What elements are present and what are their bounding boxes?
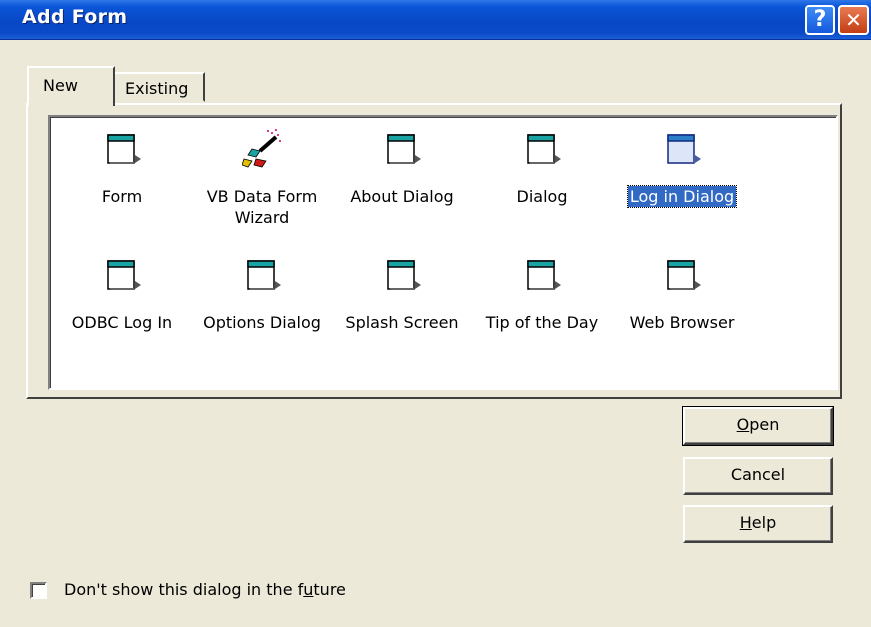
cancel-button[interactable]: Cancel xyxy=(683,457,833,495)
list-item-splash-screen[interactable]: Splash Screen xyxy=(332,255,472,333)
form-icon xyxy=(107,134,141,164)
form-icon xyxy=(527,260,561,290)
list-item-label: Splash Screen xyxy=(345,313,459,332)
tab-existing-label: Existing xyxy=(125,79,189,98)
checkbox-label-key: u xyxy=(303,580,314,599)
dont-show-checkbox[interactable] xyxy=(30,582,47,599)
window-title: Add Form xyxy=(22,6,128,28)
form-template-list[interactable]: Form VB Data Form Wizard About Dialog Di… xyxy=(48,115,838,390)
form-icon xyxy=(387,260,421,290)
list-item-about-dialog[interactable]: About Dialog xyxy=(332,129,472,207)
help-label-post: elp xyxy=(751,513,777,532)
list-item-label: Form xyxy=(101,187,143,206)
cancel-label: Cancel xyxy=(730,465,786,484)
help-label-key: H xyxy=(739,513,752,532)
list-item-odbc-log-in[interactable]: ODBC Log In xyxy=(52,255,192,333)
list-item-label: Web Browser xyxy=(629,313,735,332)
help-button[interactable]: Help xyxy=(683,505,833,543)
list-item-label: About Dialog xyxy=(350,187,454,206)
help-title-button[interactable]: ? xyxy=(805,5,835,35)
list-item-tip-of-the-day[interactable]: Tip of the Day xyxy=(472,255,612,333)
list-item-vb-data-form-wizard[interactable]: VB Data Form Wizard xyxy=(192,129,332,228)
list-item-form[interactable]: Form xyxy=(52,129,192,207)
list-item-web-browser[interactable]: Web Browser xyxy=(612,255,752,333)
title-bar: Add Form ? ✕ xyxy=(0,0,871,40)
checkbox-label-post: ture xyxy=(313,580,346,599)
close-icon: ✕ xyxy=(845,8,862,32)
form-icon xyxy=(667,260,701,290)
close-button[interactable]: ✕ xyxy=(838,5,869,35)
list-item-options-dialog[interactable]: Options Dialog xyxy=(192,255,332,333)
checkbox-label-pre: Don't show this dialog in the f xyxy=(64,580,304,599)
form-icon xyxy=(667,134,701,164)
open-button[interactable]: Open xyxy=(682,406,834,446)
list-item-log-in-dialog[interactable]: Log in Dialog xyxy=(612,129,752,208)
list-item-label: Tip of the Day xyxy=(485,313,599,332)
list-item-label: Options Dialog xyxy=(203,313,321,332)
list-item-label: Log in Dialog xyxy=(626,185,738,208)
list-item-label: VB Data Form Wizard xyxy=(206,187,318,227)
tab-new[interactable]: New xyxy=(27,66,115,106)
dont-show-checkbox-label[interactable]: Don't show this dialog in the future xyxy=(64,580,346,599)
list-item-label: Dialog xyxy=(516,187,568,206)
open-label-post: pen xyxy=(749,415,780,434)
form-icon xyxy=(527,134,561,164)
list-item-dialog[interactable]: Dialog xyxy=(472,129,612,207)
tab-new-label: New xyxy=(43,76,78,95)
wizard-icon xyxy=(242,129,281,168)
form-icon xyxy=(247,260,281,290)
list-item-label: ODBC Log In xyxy=(71,313,173,332)
question-mark-icon: ? xyxy=(813,7,827,32)
tab-existing[interactable]: Existing xyxy=(113,72,205,102)
form-icon xyxy=(107,260,141,290)
open-label-key: O xyxy=(736,415,750,434)
form-icon xyxy=(387,134,421,164)
